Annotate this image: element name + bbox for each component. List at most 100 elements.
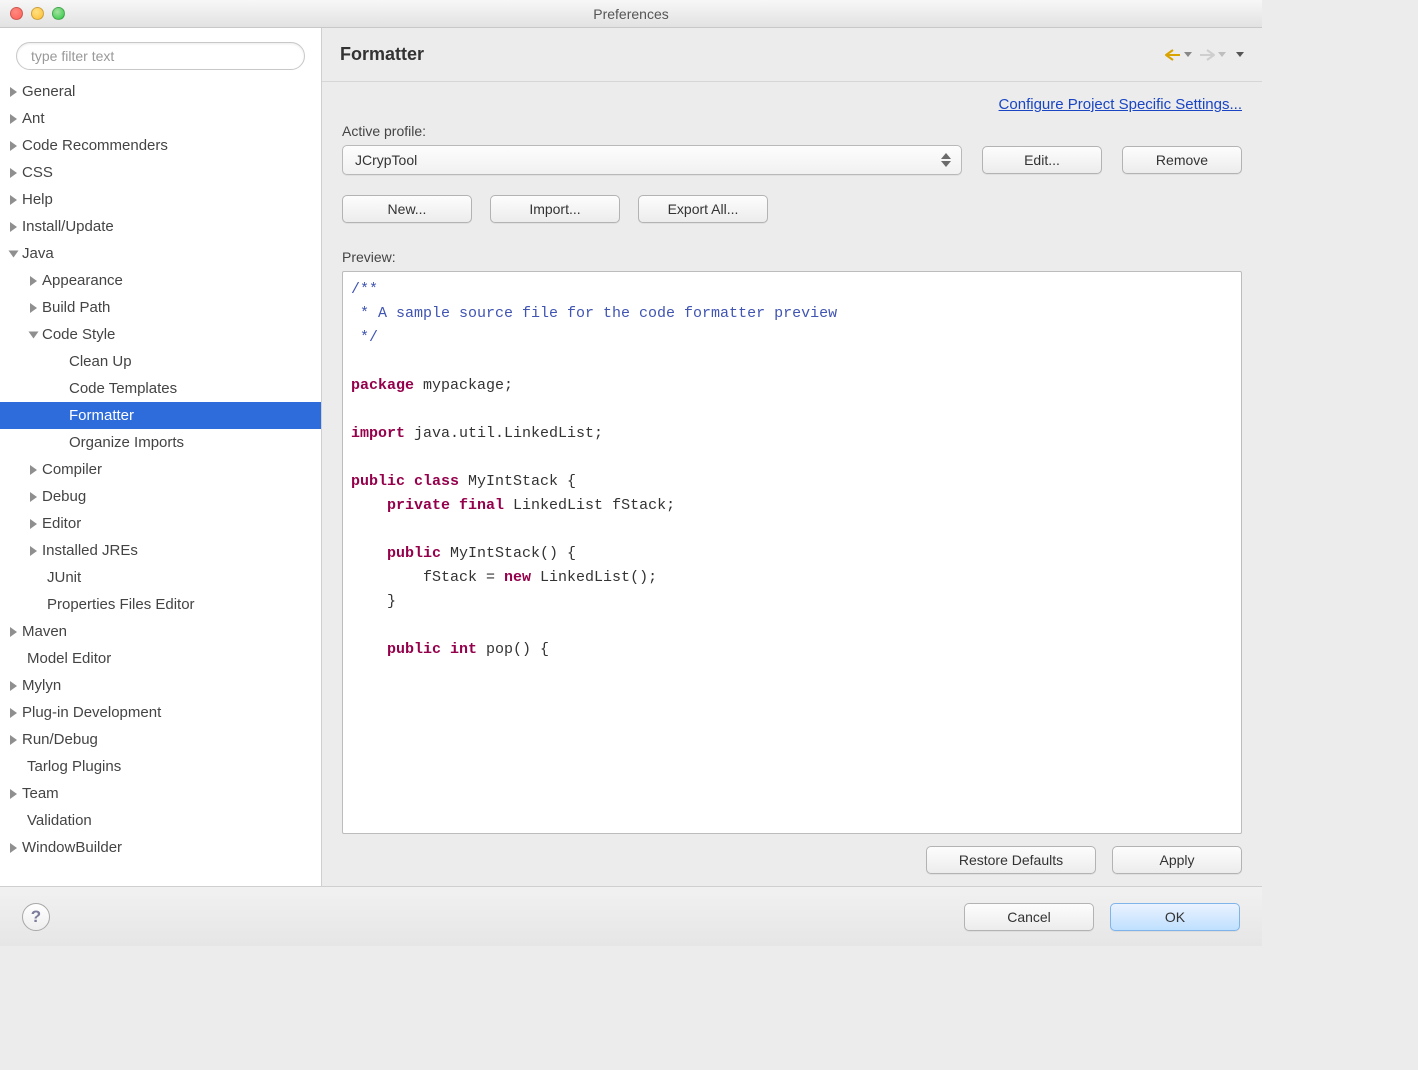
disclosure-triangle-icon[interactable] <box>30 276 37 286</box>
tree-item-installed-jres[interactable]: Installed JREs <box>0 537 321 564</box>
configure-project-link[interactable]: Configure Project Specific Settings... <box>999 96 1242 113</box>
preferences-tree[interactable]: General Ant Code Recommenders CSS Help Instal… <box>0 78 321 886</box>
tree-item-label: Code Recommenders <box>22 137 168 154</box>
tree-item-label: Properties Files Editor <box>47 596 195 613</box>
tree-item-formatter[interactable]: Formatter <box>0 402 321 429</box>
disclosure-triangle-icon[interactable] <box>10 87 17 97</box>
window-title: Preferences <box>0 6 1262 22</box>
zoom-icon[interactable] <box>52 7 65 20</box>
disclosure-triangle-icon[interactable] <box>29 331 39 338</box>
tree-item-code-templates[interactable]: Code Templates <box>0 375 321 402</box>
tree-item-editor[interactable]: Editor <box>0 510 321 537</box>
arrow-left-icon <box>1164 48 1182 62</box>
tree-item-java[interactable]: Java <box>0 240 321 267</box>
tree-item-mylyn[interactable]: Mylyn <box>0 672 321 699</box>
help-icon: ? <box>31 907 41 927</box>
disclosure-triangle-icon[interactable] <box>10 168 17 178</box>
chevron-down-icon <box>1184 52 1192 57</box>
preferences-sidebar: General Ant Code Recommenders CSS Help Instal… <box>0 28 322 886</box>
disclosure-triangle-icon[interactable] <box>10 843 17 853</box>
tree-item-plug-in-development[interactable]: Plug-in Development <box>0 699 321 726</box>
tree-item-appearance[interactable]: Appearance <box>0 267 321 294</box>
preview-code: /** * A sample source file for the code … <box>342 271 1242 834</box>
active-profile-select[interactable]: JCrypTool <box>342 145 962 175</box>
tree-item-compiler[interactable]: Compiler <box>0 456 321 483</box>
disclosure-triangle-icon[interactable] <box>10 735 17 745</box>
tree-item-label: Code Style <box>42 326 115 343</box>
new-button[interactable]: New... <box>342 195 472 223</box>
tree-item-label: Plug-in Development <box>22 704 161 721</box>
tree-item-team[interactable]: Team <box>0 780 321 807</box>
restore-defaults-button[interactable]: Restore Defaults <box>926 846 1096 874</box>
tree-item-code-style[interactable]: Code Style <box>0 321 321 348</box>
tree-item-windowbuilder[interactable]: WindowBuilder <box>0 834 321 861</box>
disclosure-triangle-icon[interactable] <box>30 519 37 529</box>
edit-button[interactable]: Edit... <box>982 146 1102 174</box>
tree-item-clean-up[interactable]: Clean Up <box>0 348 321 375</box>
disclosure-triangle-icon[interactable] <box>30 492 37 502</box>
arrow-right-icon <box>1198 48 1216 62</box>
dialog-buttons-bar: ? Cancel OK <box>0 886 1262 946</box>
disclosure-triangle-icon[interactable] <box>10 114 17 124</box>
disclosure-triangle-icon[interactable] <box>10 627 17 637</box>
tree-item-organize-imports[interactable]: Organize Imports <box>0 429 321 456</box>
preview-label: Preview: <box>342 249 1242 265</box>
disclosure-triangle-icon[interactable] <box>10 141 17 151</box>
tree-item-general[interactable]: General <box>0 78 321 105</box>
tree-item-tarlog-plugins[interactable]: Tarlog Plugins <box>0 753 321 780</box>
active-profile-label: Active profile: <box>342 123 1242 139</box>
tree-item-label: General <box>22 83 75 100</box>
tree-item-help[interactable]: Help <box>0 186 321 213</box>
main-header: Formatter <box>322 28 1262 82</box>
tree-item-label: Tarlog Plugins <box>27 758 121 775</box>
export-all-button[interactable]: Export All... <box>638 195 768 223</box>
tree-item-model-editor[interactable]: Model Editor <box>0 645 321 672</box>
nav-back-button[interactable] <box>1164 48 1192 62</box>
tree-item-run-debug[interactable]: Run/Debug <box>0 726 321 753</box>
menu-triangle-icon[interactable] <box>1236 52 1244 57</box>
import-button[interactable]: Import... <box>490 195 620 223</box>
tree-item-label: Installed JREs <box>42 542 138 559</box>
tree-item-maven[interactable]: Maven <box>0 618 321 645</box>
disclosure-triangle-icon[interactable] <box>10 195 17 205</box>
tree-item-install-update[interactable]: Install/Update <box>0 213 321 240</box>
tree-item-validation[interactable]: Validation <box>0 807 321 834</box>
tree-item-debug[interactable]: Debug <box>0 483 321 510</box>
minimize-icon[interactable] <box>31 7 44 20</box>
tree-item-ant[interactable]: Ant <box>0 105 321 132</box>
disclosure-triangle-icon[interactable] <box>30 303 37 313</box>
help-button[interactable]: ? <box>22 903 50 931</box>
disclosure-triangle-icon[interactable] <box>10 222 17 232</box>
tree-item-css[interactable]: CSS <box>0 159 321 186</box>
close-icon[interactable] <box>10 7 23 20</box>
disclosure-triangle-icon[interactable] <box>30 546 37 556</box>
cancel-button[interactable]: Cancel <box>964 903 1094 931</box>
tree-item-code-recommenders[interactable]: Code Recommenders <box>0 132 321 159</box>
tree-item-label: CSS <box>22 164 53 181</box>
tree-item-label: Mylyn <box>22 677 61 694</box>
tree-item-build-path[interactable]: Build Path <box>0 294 321 321</box>
active-profile-value: JCrypTool <box>355 152 417 168</box>
filter-input[interactable] <box>16 42 305 70</box>
nav-forward-button[interactable] <box>1198 48 1226 62</box>
disclosure-triangle-icon[interactable] <box>10 708 17 718</box>
main-panel: Formatter Configure Project Specific Set… <box>322 28 1262 886</box>
tree-item-label: JUnit <box>47 569 81 586</box>
window-traffic-lights <box>10 7 65 20</box>
tree-item-label: Formatter <box>69 407 134 424</box>
apply-button[interactable]: Apply <box>1112 846 1242 874</box>
tree-item-properties-files-editor[interactable]: Properties Files Editor <box>0 591 321 618</box>
disclosure-triangle-icon[interactable] <box>9 250 19 257</box>
tree-item-label: Run/Debug <box>22 731 98 748</box>
disclosure-triangle-icon[interactable] <box>30 465 37 475</box>
tree-item-label: Install/Update <box>22 218 114 235</box>
ok-button[interactable]: OK <box>1110 903 1240 931</box>
tree-item-label: Editor <box>42 515 81 532</box>
disclosure-triangle-icon[interactable] <box>10 789 17 799</box>
tree-item-label: Build Path <box>42 299 110 316</box>
remove-button[interactable]: Remove <box>1122 146 1242 174</box>
tree-item-label: Clean Up <box>69 353 132 370</box>
disclosure-triangle-icon[interactable] <box>10 681 17 691</box>
tree-item-label: Code Templates <box>69 380 177 397</box>
tree-item-junit[interactable]: JUnit <box>0 564 321 591</box>
